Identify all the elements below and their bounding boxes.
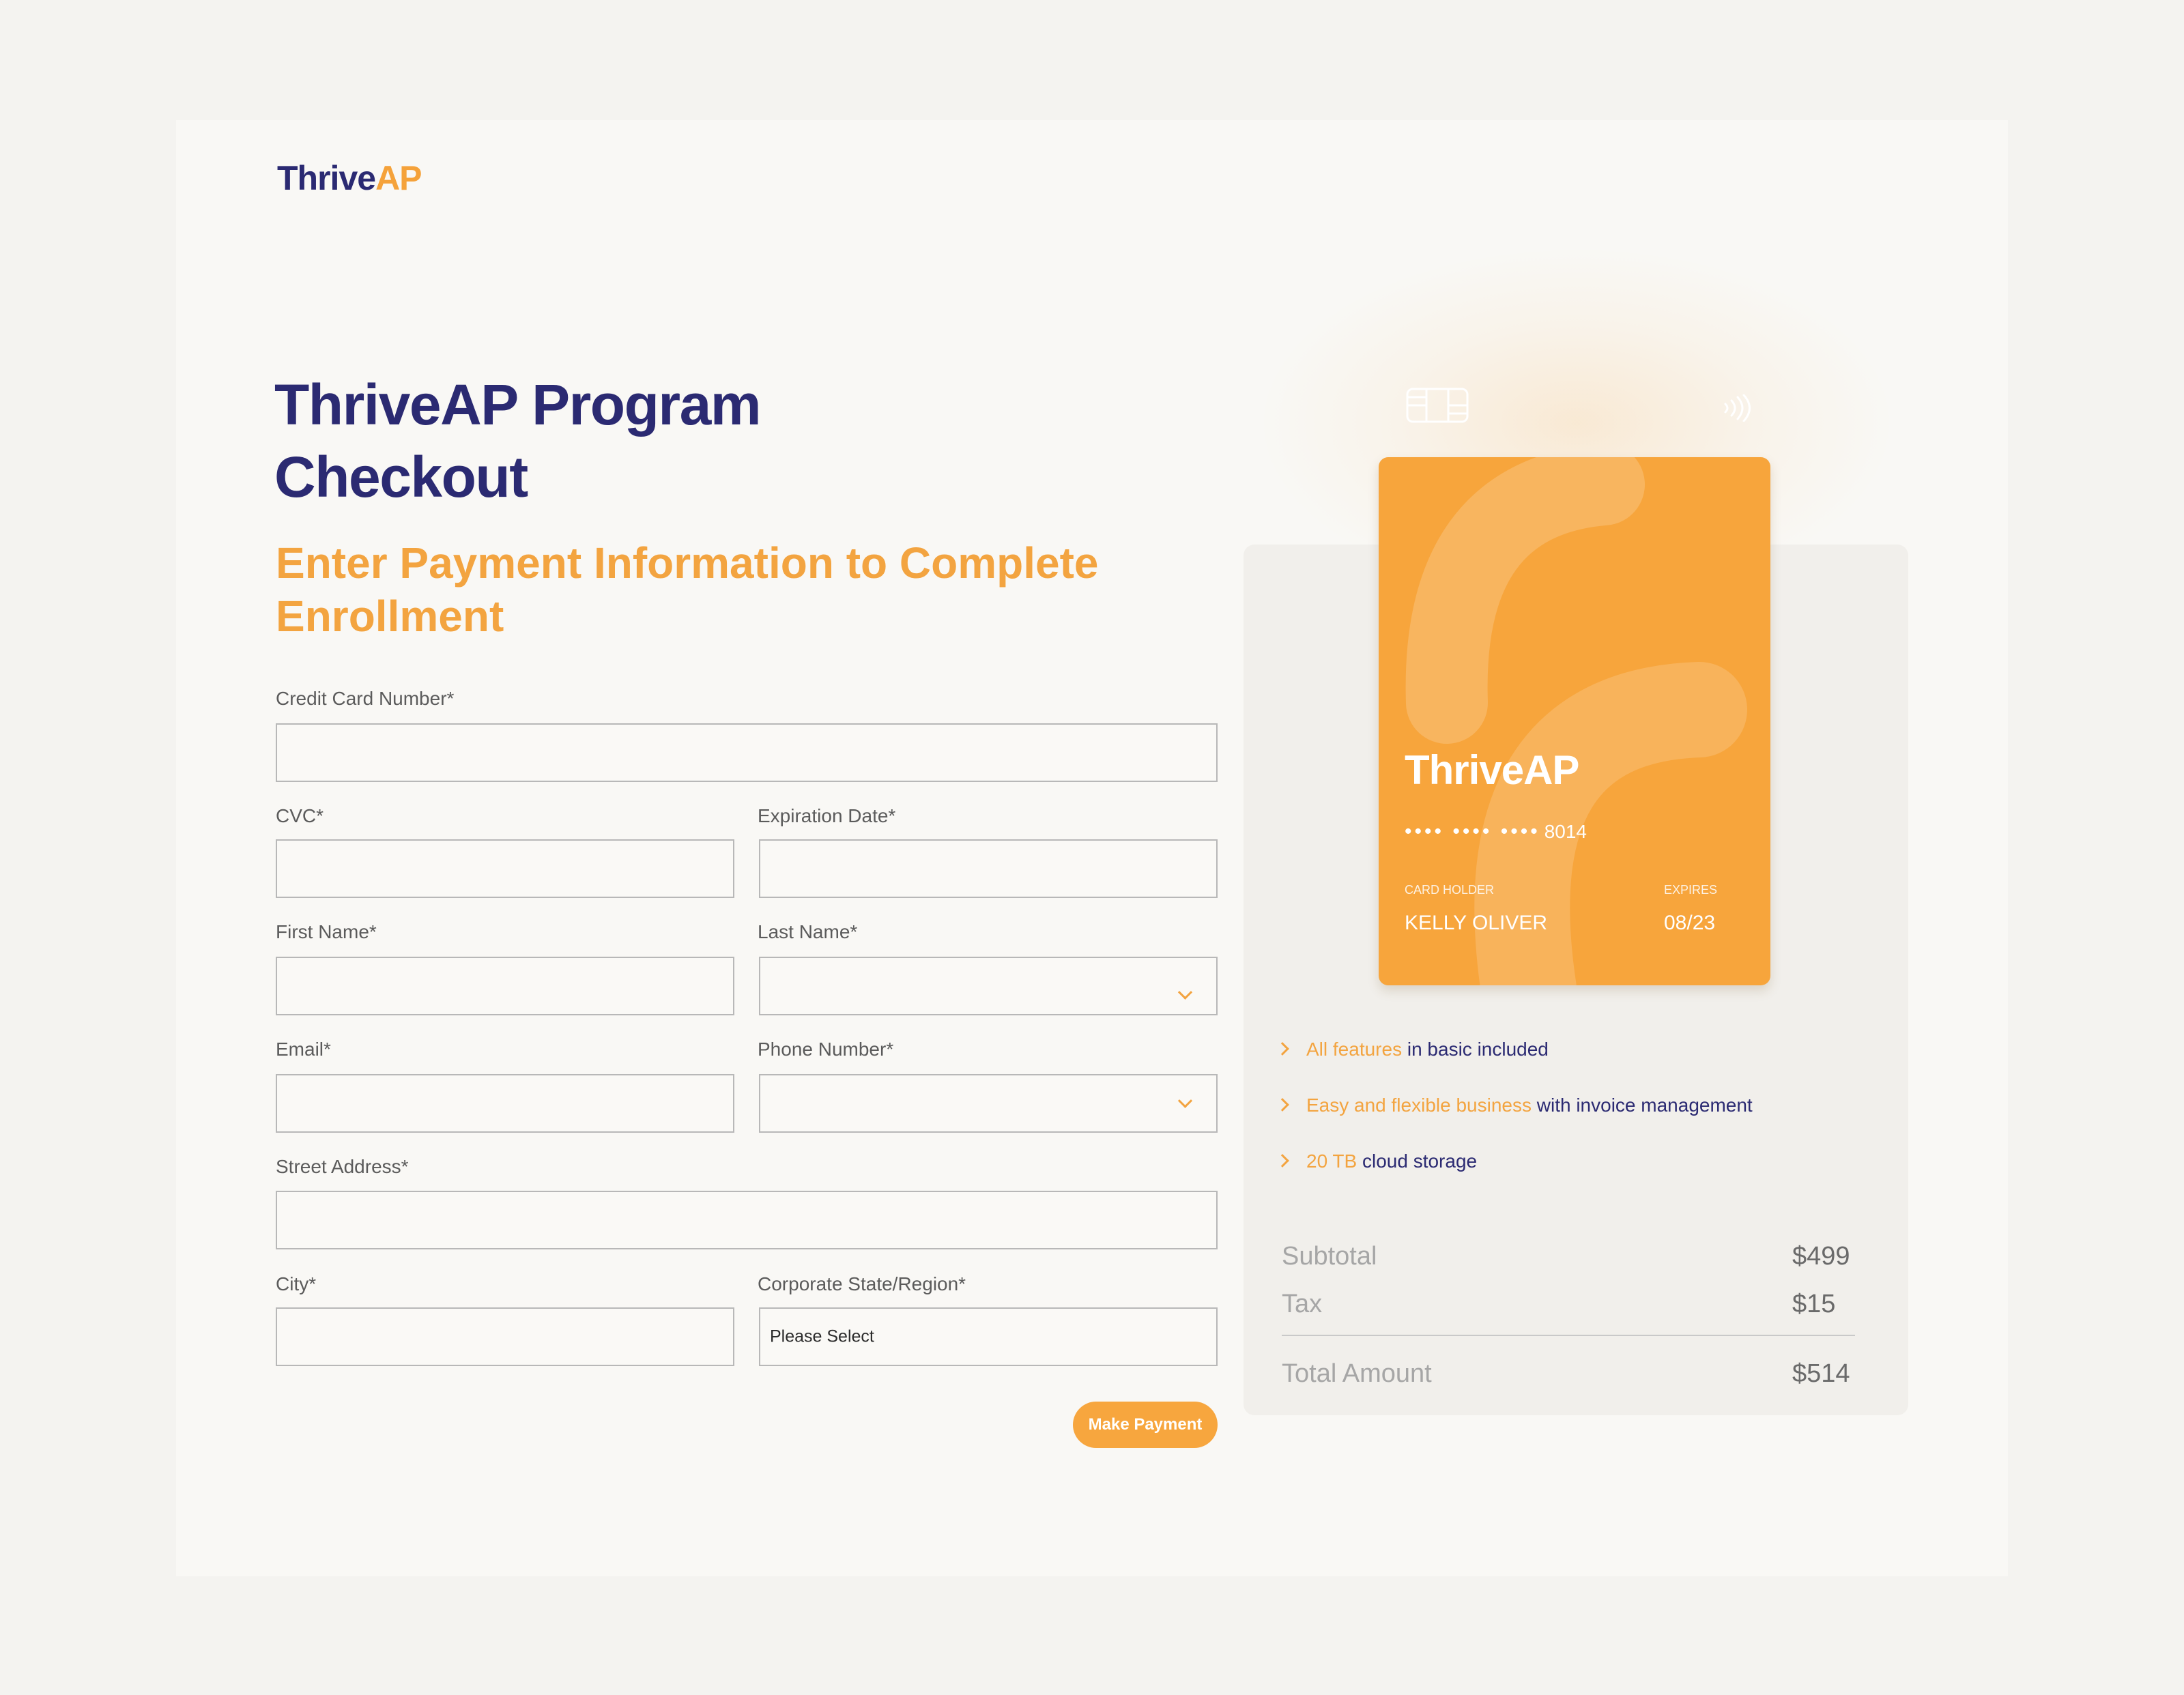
- feature-item: 20 TB cloud storage: [1276, 1150, 1477, 1172]
- last-name-label: Last Name*: [758, 921, 858, 942]
- card-holder-label: CARD HOLDER: [1405, 883, 1495, 897]
- card-last4: 8014: [1544, 821, 1587, 842]
- page-subtitle: Enter Payment Information to Complete En…: [276, 538, 1099, 641]
- tax-value: $15: [1792, 1290, 1836, 1318]
- card-holder-name: KELLY OLIVER: [1405, 912, 1548, 934]
- subtotal-label: Subtotal: [1282, 1242, 1377, 1271]
- card-number-input[interactable]: [276, 723, 1218, 782]
- phone-label: Phone Number*: [758, 1039, 894, 1060]
- credit-card-preview: ThriveAP •••• •••• •••• 8014 CARD HOLDER …: [1379, 457, 1770, 985]
- chevron-down-icon: [1177, 1093, 1193, 1108]
- card-number-label: Credit Card Number*: [276, 688, 455, 709]
- street-label: Street Address*: [276, 1156, 409, 1177]
- chevron-right-icon: [1276, 1154, 1289, 1168]
- expiration-input[interactable]: [759, 839, 1218, 898]
- last-name-select[interactable]: [759, 957, 1218, 1015]
- state-label: Corporate State/Region*: [758, 1273, 966, 1294]
- first-name-input[interactable]: [276, 957, 734, 1015]
- page-title: ThriveAP Program Checkout: [274, 373, 762, 509]
- make-payment-button[interactable]: Make Payment: [1073, 1402, 1218, 1448]
- card-logo: ThriveAP: [1405, 747, 1579, 793]
- subtotal-value: $499: [1792, 1242, 1850, 1271]
- street-input[interactable]: [276, 1191, 1218, 1249]
- cvc-label: CVC*: [276, 805, 324, 826]
- total-value: $514: [1792, 1359, 1850, 1388]
- state-select[interactable]: Please Select: [759, 1307, 1218, 1366]
- feature-item: Easy and flexible business with invoice …: [1276, 1095, 1753, 1116]
- tax-label: Tax: [1282, 1290, 1323, 1318]
- city-label: City*: [276, 1273, 317, 1294]
- card-expires-value: 08/23: [1664, 912, 1716, 934]
- expiration-label: Expiration Date*: [758, 805, 896, 826]
- card-swirl-decoration: [1405, 457, 1747, 985]
- email-input[interactable]: [276, 1074, 734, 1133]
- chevron-down-icon: [1177, 985, 1193, 1000]
- chevron-right-icon: [1276, 1042, 1289, 1056]
- chevron-right-icon: [1276, 1098, 1289, 1112]
- feature-item: All features in basic included: [1276, 1039, 1549, 1060]
- total-label: Total Amount: [1282, 1359, 1432, 1388]
- card-number-masked: •••• •••• •••• 8014: [1405, 820, 1587, 843]
- state-select-value: Please Select: [770, 1327, 874, 1346]
- thriveap-logo[interactable]: ThriveAP: [277, 158, 422, 198]
- phone-select[interactable]: [759, 1074, 1218, 1133]
- card-expires-label: EXPIRES: [1664, 883, 1718, 897]
- chip-icon: [1406, 388, 1469, 423]
- email-label: Email*: [276, 1039, 331, 1060]
- summary-divider: [1282, 1335, 1855, 1336]
- contactless-icon: [1724, 394, 1751, 422]
- city-input[interactable]: [276, 1307, 734, 1366]
- cvc-input[interactable]: [276, 839, 734, 898]
- first-name-label: First Name*: [276, 921, 377, 942]
